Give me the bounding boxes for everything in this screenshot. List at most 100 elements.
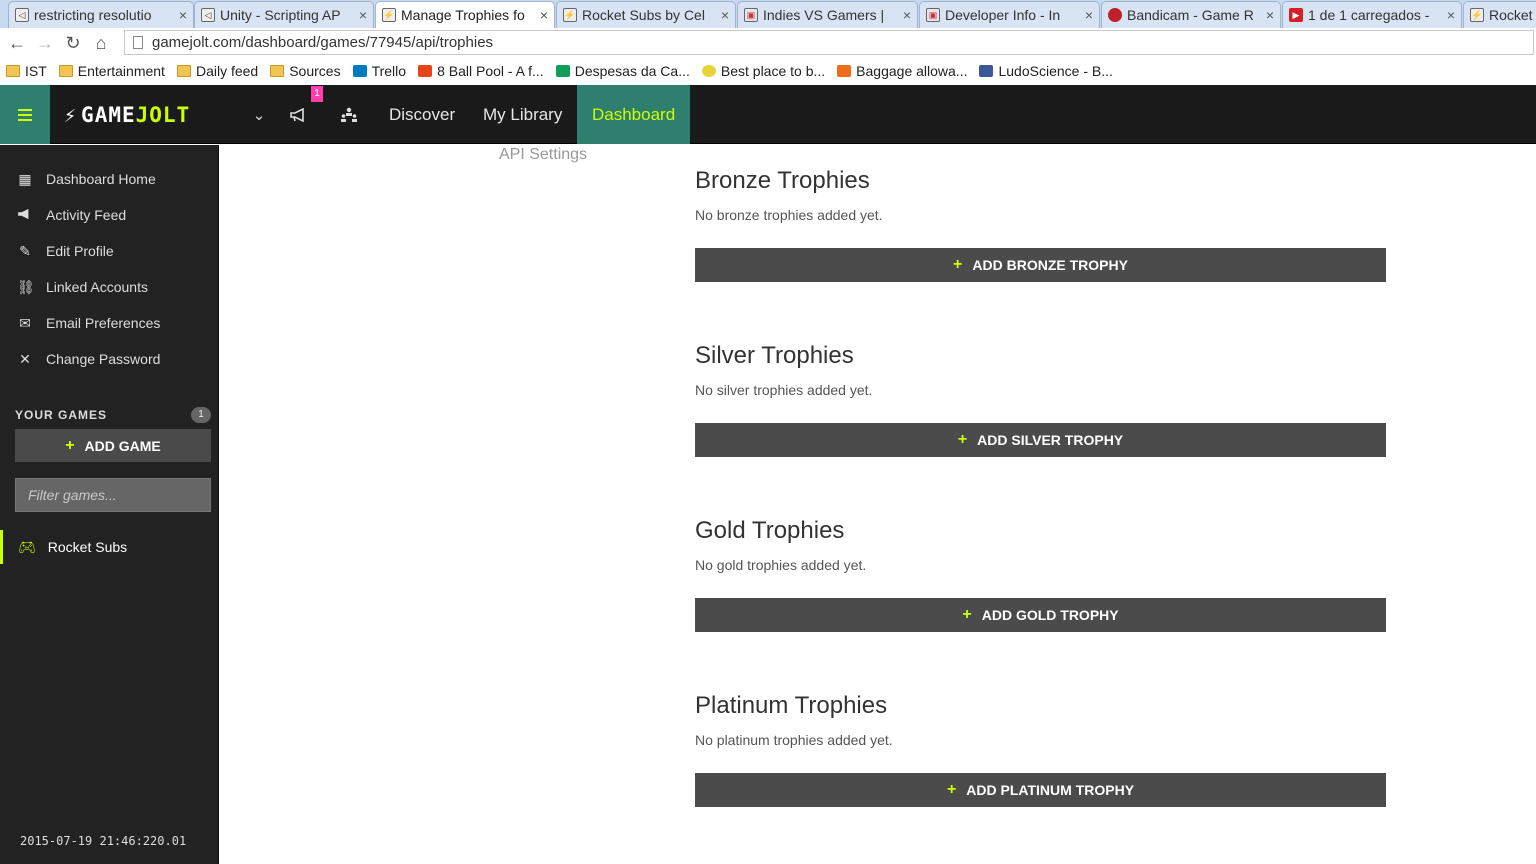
bookmark-item[interactable]: Entertainment — [58, 63, 165, 79]
nav-my-library[interactable]: My Library — [483, 85, 562, 144]
browser-tab[interactable]: ▶ 1 de 1 carregados - × — [1282, 1, 1462, 28]
nav-dashboard[interactable]: Dashboard — [577, 85, 691, 144]
smiley-icon — [701, 65, 716, 77]
nav-discover[interactable]: Discover — [389, 85, 455, 144]
plus-icon: + — [957, 431, 968, 448]
folder-icon — [58, 65, 73, 77]
page-icon: ▣ — [744, 8, 758, 22]
site-header: ⚡ GAME JOLT ⌄ Discover My Library Dashboa… — [0, 85, 1536, 144]
page-icon: ▣ — [926, 8, 940, 22]
bookmark-item[interactable]: 8 Ball Pool - A f... — [418, 63, 544, 79]
empty-message: No platinum trophies added yet. — [695, 732, 893, 748]
browser-tab-active[interactable]: ⚡ Manage Trophies fo × — [375, 1, 555, 28]
bookmark-item[interactable]: Despesas da Ca... — [555, 63, 690, 79]
friends-icon[interactable] — [337, 85, 361, 144]
bookmark-item[interactable]: Sources — [270, 63, 341, 79]
plus-icon: + — [946, 781, 957, 798]
bookmark-item[interactable]: Best place to b... — [701, 63, 825, 79]
address-bar-url[interactable]: gamejolt.com/dashboard/games/77945/api/t… — [152, 34, 493, 51]
empty-message: No bronze trophies added yet. — [695, 207, 883, 223]
notification-badge: 1 — [311, 86, 323, 102]
add-gold-trophy-button[interactable]: + ADD GOLD TROPHY — [695, 598, 1386, 632]
forward-arrow-icon[interactable]: → — [31, 29, 59, 57]
plus-icon: + — [65, 436, 75, 454]
tab-close-icon[interactable]: × — [359, 7, 367, 23]
section-title: Bronze Trophies — [695, 167, 870, 194]
gamejolt-icon: ⚡ — [563, 8, 577, 22]
page-icon — [133, 36, 143, 49]
trello-icon — [352, 65, 367, 77]
add-platinum-trophy-button[interactable]: + ADD PLATINUM TROPHY — [695, 773, 1386, 807]
add-bronze-trophy-button[interactable]: + ADD BRONZE TROPHY — [695, 248, 1386, 282]
tools-icon: ✕ — [19, 350, 31, 367]
menu-button[interactable] — [0, 85, 50, 144]
back-arrow-icon[interactable]: ← — [3, 29, 31, 57]
tab-close-icon[interactable]: × — [721, 7, 729, 23]
add-silver-trophy-button[interactable]: + ADD SILVER TROPHY — [695, 423, 1386, 457]
bandicam-icon — [1108, 8, 1122, 22]
add-game-button[interactable]: + ADD GAME — [15, 429, 211, 462]
bookmark-item[interactable]: Trello — [352, 63, 406, 79]
gamejolt-logo[interactable]: ⚡ GAME JOLT — [64, 103, 190, 127]
api-settings-link[interactable]: API Settings — [499, 146, 587, 164]
e-icon — [837, 65, 852, 77]
bookmark-item[interactable]: Daily feed — [176, 63, 258, 79]
sidebar-game-rocket-subs[interactable]: 🎮︎ Rocket Subs — [0, 530, 219, 564]
filter-games-input[interactable] — [15, 478, 211, 512]
sidebar-item-edit-profile[interactable]: ✎ Edit Profile — [0, 236, 219, 266]
browser-tab[interactable]: ◁ restricting resolutio × — [8, 1, 194, 28]
section-title: Platinum Trophies — [695, 692, 888, 719]
tab-close-icon[interactable]: × — [1085, 7, 1093, 23]
chevron-down-icon[interactable]: ⌄ — [250, 85, 268, 144]
empty-message: No silver trophies added yet. — [695, 382, 873, 398]
link-icon: ⛓ — [17, 278, 35, 295]
sidebar-item-activity-feed[interactable]: Activity Feed — [0, 200, 219, 230]
browser-tab[interactable]: Bandicam - Game R × — [1101, 1, 1281, 28]
facebook-icon — [979, 65, 994, 77]
address-bar[interactable]: gamejolt.com/dashboard/games/77945/api/t… — [124, 30, 1534, 55]
browser-tab[interactable]: ⚡ Rocket — [1463, 1, 1536, 28]
reload-icon[interactable]: ↻ — [59, 29, 87, 57]
gamepad-icon: 🎮︎ — [18, 538, 36, 555]
section-title: Gold Trophies — [695, 517, 845, 544]
bookmark-item[interactable]: Baggage allowa... — [837, 63, 967, 79]
sidebar: ▦ Dashboard Home Activity Feed ✎ Edit Pr… — [0, 145, 219, 864]
your-games-label: YOUR GAMES — [15, 408, 108, 422]
browser-tab[interactable]: ▣ Developer Info - In × — [919, 1, 1100, 28]
tab-close-icon[interactable]: × — [903, 7, 911, 23]
megaphone-icon — [17, 207, 33, 223]
megaphone-icon[interactable] — [287, 85, 311, 144]
home-icon[interactable]: ⌂ — [87, 29, 115, 57]
play-icon — [418, 65, 433, 77]
spreadsheet-icon — [555, 65, 570, 77]
tab-close-icon[interactable]: × — [1266, 7, 1274, 23]
browser-tab[interactable]: ◁ Unity - Scripting AP × — [194, 1, 374, 28]
bronze-trophies-section: Bronze Trophies No bronze trophies added… — [695, 167, 1386, 282]
platinum-trophies-section: Platinum Trophies No platinum trophies a… — [695, 692, 1386, 807]
plus-icon: + — [953, 256, 963, 273]
browser-toolbar: ← → ↻ ⌂ gamejolt.com/dashboard/games/779… — [0, 28, 1536, 58]
games-count-badge: 1 — [191, 407, 211, 423]
unity-icon: ◁ — [201, 8, 215, 22]
sidebar-item-change-password[interactable]: ✕ Change Password — [0, 344, 219, 374]
gold-trophies-section: Gold Trophies No gold trophies added yet… — [695, 517, 1386, 632]
browser-tab[interactable]: ▣ Indies VS Gamers | × — [737, 1, 918, 28]
browser-tab-strip: ◁ restricting resolutio × ◁ Unity - Scri… — [0, 0, 1536, 28]
silver-trophies-section: Silver Trophies No silver trophies added… — [695, 342, 1386, 457]
sidebar-item-email-preferences[interactable]: ✉ Email Preferences — [0, 308, 219, 338]
your-games-header: YOUR GAMES 1 — [15, 407, 211, 423]
bookmark-item[interactable]: LudoScience - B... — [979, 63, 1113, 79]
empty-message: No gold trophies added yet. — [695, 557, 867, 573]
bookmark-item[interactable]: IST — [6, 63, 47, 79]
folder-icon — [176, 65, 191, 77]
tab-close-icon[interactable]: × — [540, 7, 548, 23]
sidebar-item-dashboard-home[interactable]: ▦ Dashboard Home — [0, 164, 219, 194]
sidebar-item-linked-accounts[interactable]: ⛓ Linked Accounts — [0, 272, 219, 302]
browser-tab[interactable]: ⚡ Rocket Subs by Cel × — [556, 1, 736, 28]
folder-icon — [6, 65, 20, 77]
bolt-icon: ⚡ — [64, 103, 78, 127]
tab-close-icon[interactable]: × — [1447, 7, 1455, 23]
tab-close-icon[interactable]: × — [179, 7, 187, 23]
timestamp-overlay: 2015-07-19 21:46:220.01 — [20, 834, 187, 848]
section-title: Silver Trophies — [695, 342, 854, 369]
